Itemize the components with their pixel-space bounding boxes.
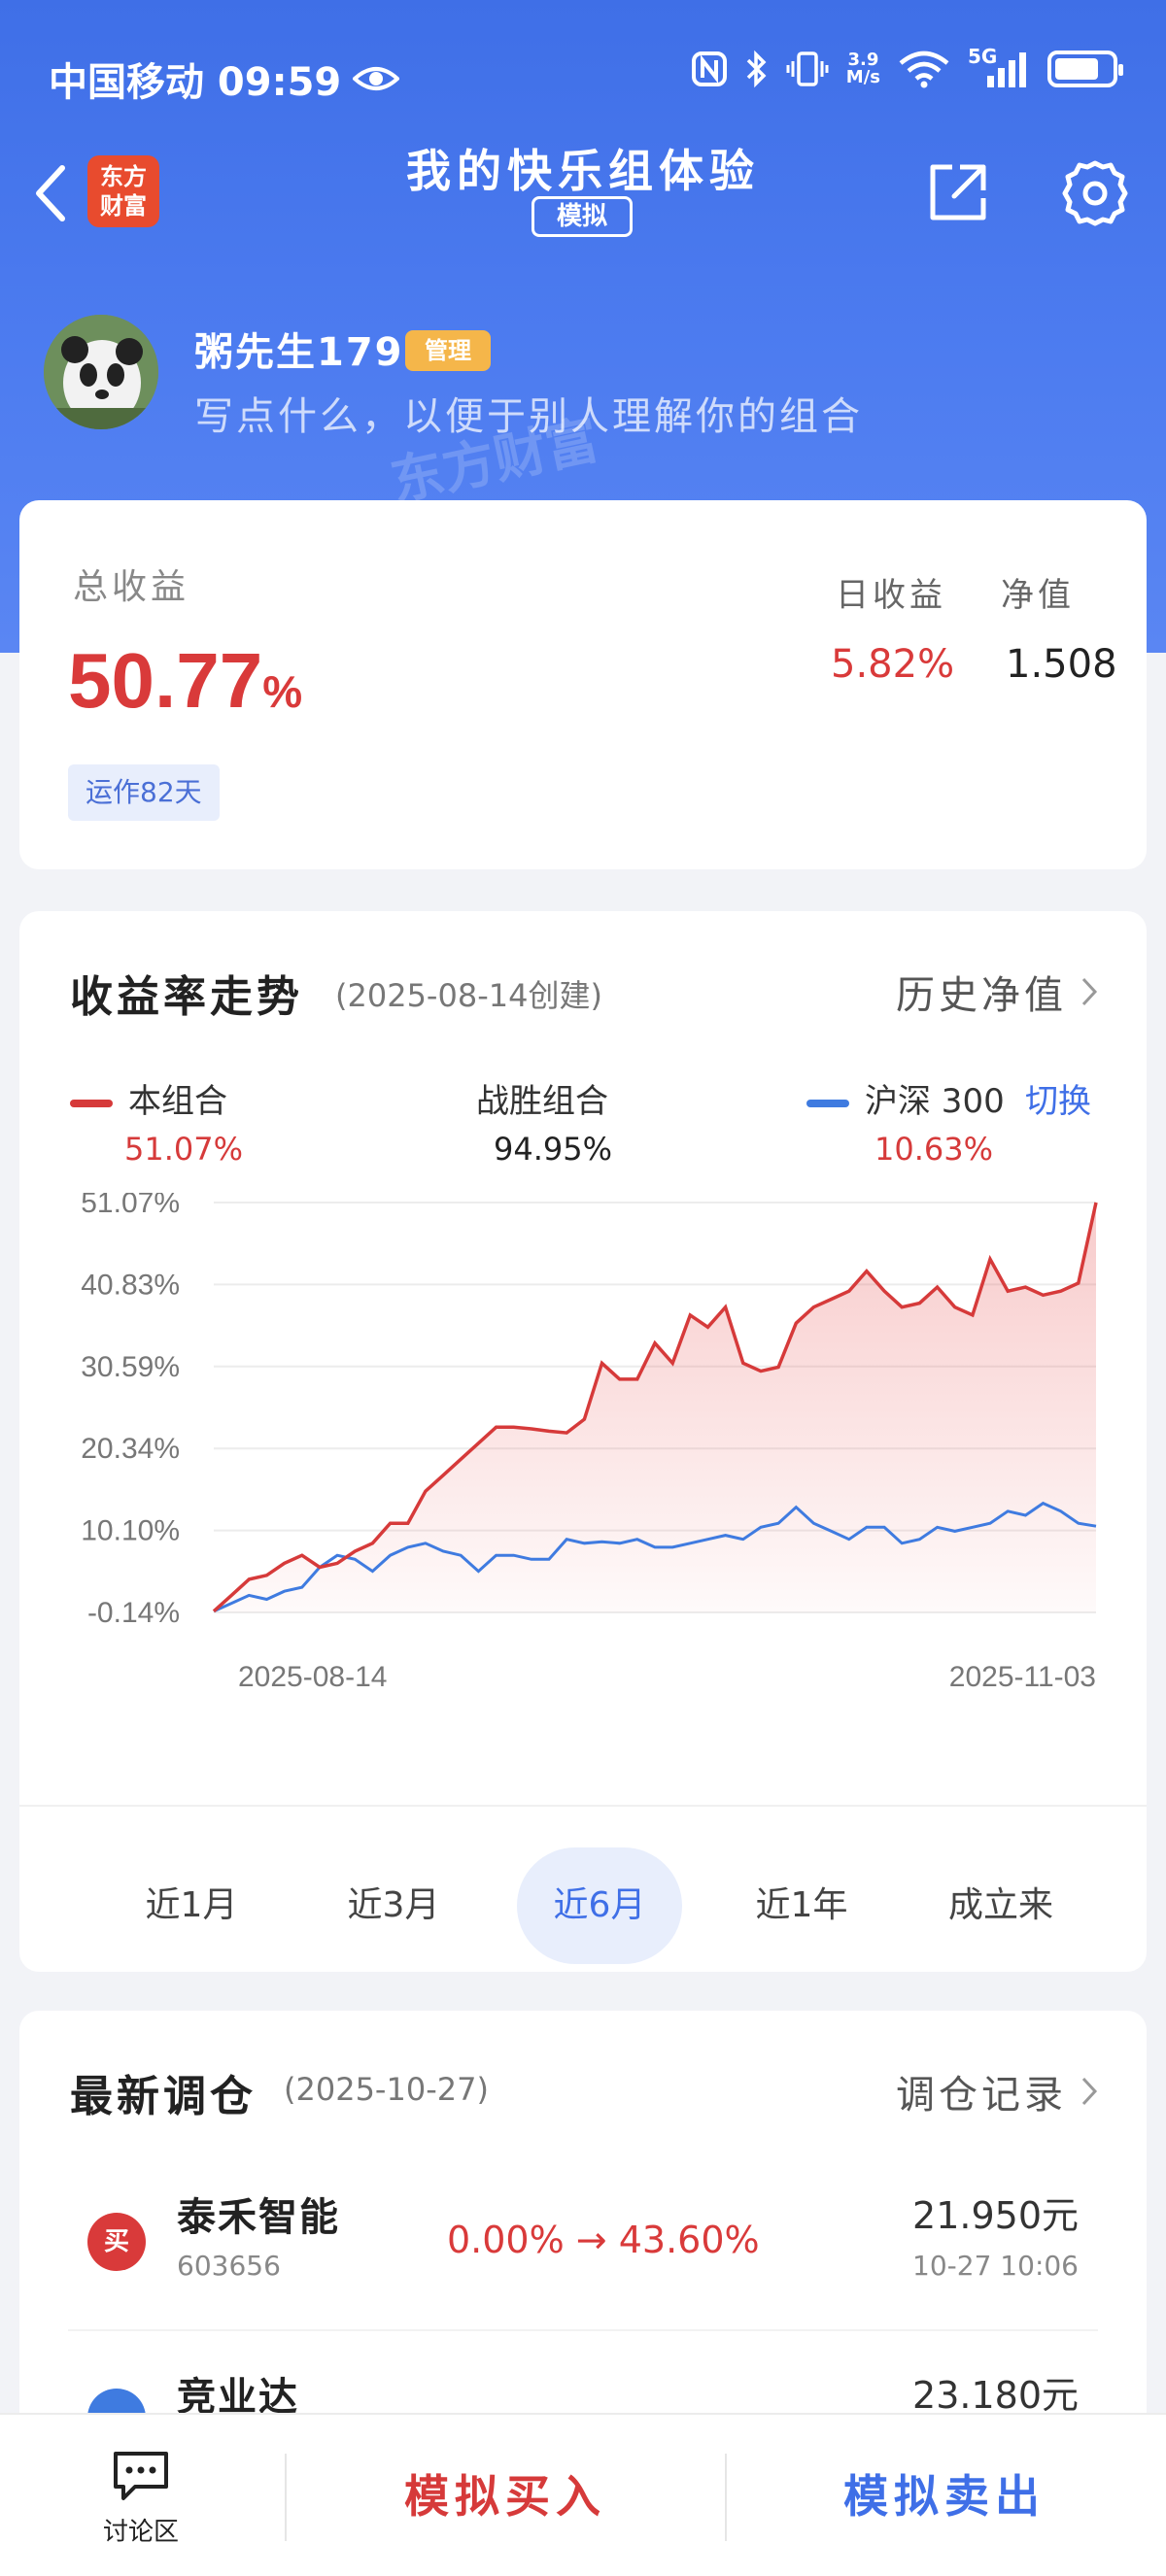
daily-return-value: 5.82%: [831, 642, 955, 687]
divider: [285, 2454, 287, 2541]
y-tick-label: 10.10%: [81, 1515, 180, 1547]
status-icons: 3.9 M/s 5G: [691, 45, 1123, 89]
profile-section: 粥先生179 管理 写点什么，以便于别人理解你的组合: [44, 309, 1132, 439]
total-return-value: 50.77%: [68, 636, 302, 726]
portfolio-area-fill: [214, 1203, 1096, 1612]
return-trend-card: 收益率走势 (2025-08-14创建) 历史净值 本组合 51.07% 战胜组…: [19, 911, 1147, 1972]
status-carrier-time: 中国移动 09:59: [49, 51, 400, 107]
period-tab[interactable]: 近1年: [719, 1847, 884, 1964]
net-value: 1.508: [1006, 642, 1117, 687]
trend-created-date: (2025-08-14创建): [335, 977, 602, 1014]
total-return-label: 总收益: [73, 567, 190, 607]
history-nav-link[interactable]: 历史净值: [896, 964, 1098, 1020]
y-tick-label: 40.83%: [81, 1269, 180, 1301]
y-tick-label: 30.59%: [81, 1351, 180, 1383]
stock-code: 603656: [177, 2250, 281, 2282]
chart-y-axis: 51.07% 40.83% 30.59% 20.34% 10.10% -0.14%: [81, 1193, 180, 1629]
legend-portfolio-name: 本组合: [128, 1082, 227, 1121]
period-tab[interactable]: 近1月: [109, 1847, 274, 1964]
share-button[interactable]: [923, 157, 993, 227]
period-tab[interactable]: 近3月: [311, 1847, 476, 1964]
y-tick-label: -0.14%: [87, 1597, 180, 1629]
discussion-button[interactable]: 讨论区: [87, 2450, 194, 2548]
summary-card: 总收益 50.77% 运作82天 日收益 净值 5.82% 1.508: [19, 500, 1147, 869]
portfolio-bio[interactable]: 写点什么，以便于别人理解你的组合: [194, 385, 863, 441]
period-tabs: 近1月 近3月 近6月 近1年 成立来: [19, 1805, 1147, 1964]
return-trend-chart[interactable]: 51.07% 40.83% 30.59% 20.34% 10.10% -0.14% 202…: [19, 1193, 1147, 1698]
legend-index-name: 沪深 300: [865, 1082, 1005, 1121]
eye-icon: [353, 67, 400, 90]
net-speed: 3.9 M/s: [846, 51, 880, 86]
legend-index: 沪深 300: [806, 1074, 1005, 1122]
total-return-unit: %: [262, 666, 303, 717]
legend-portfolio: 本组合: [70, 1074, 227, 1122]
trade-time: 10-27 10:06: [912, 2250, 1079, 2282]
nfc-icon: [691, 51, 727, 86]
y-tick-label: 51.07%: [81, 1193, 180, 1219]
rebalance-history-link[interactable]: 调仓记录: [896, 2063, 1098, 2119]
page: 东方财富 中国移动 09:59 3.9 M/s 5G 东方 财富 我的快乐组体验…: [0, 0, 1166, 2576]
rebalance-title: 最新调仓: [70, 2072, 257, 2121]
vibrate-icon: [786, 51, 829, 86]
legend-index-swatch: [806, 1099, 849, 1107]
net-value-label: 净值: [1001, 576, 1075, 615]
history-nav-label: 历史净值: [896, 973, 1067, 1018]
legend-portfolio-swatch: [70, 1099, 113, 1107]
rebalance-row[interactable]: 买 泰禾智能 603656 0.00% → 43.60% 21.950元 10-…: [68, 2166, 1098, 2331]
legend-beat-label: 战胜组合: [476, 1082, 608, 1121]
y-tick-label: 20.34%: [81, 1433, 180, 1465]
mock-sell-button[interactable]: 模拟卖出: [731, 2415, 1158, 2576]
period-tab[interactable]: 成立来: [918, 1847, 1083, 1964]
chevron-right-icon: [1081, 2077, 1098, 2106]
avatar[interactable]: [44, 315, 158, 429]
buy-action-badge: 买: [87, 2213, 146, 2271]
signal-bars-icon: [987, 52, 1026, 87]
x-end-label: 2025-11-03: [949, 1661, 1096, 1693]
battery-icon: [1047, 51, 1123, 87]
nav-bar: 东方 财富 我的快乐组体验 模拟: [0, 136, 1166, 253]
net-speed-unit: M/s: [845, 67, 880, 87]
trade-price: 23.180元: [912, 2374, 1079, 2417]
trend-title: 收益率走势: [70, 972, 303, 1022]
legend-index-value: 10.63%: [874, 1131, 994, 1168]
trade-price: 21.950元: [912, 2194, 1079, 2237]
legend-portfolio-value: 51.07%: [124, 1131, 244, 1168]
mode-badge: 模拟: [532, 196, 633, 237]
chevron-right-icon: [1081, 977, 1098, 1006]
run-days-badge: 运作82天: [68, 764, 220, 821]
rebalance-date: (2025-10-27): [284, 2071, 489, 2108]
period-tab[interactable]: 近6月: [517, 1847, 682, 1964]
wifi-icon: [899, 51, 949, 88]
daily-return-label: 日收益: [836, 576, 946, 615]
divider: [725, 2454, 727, 2541]
switch-benchmark-link[interactable]: 切换: [1025, 1074, 1091, 1122]
status-bar: 中国移动 09:59 3.9 M/s 5G: [0, 0, 1166, 146]
stock-name: 泰禾智能: [177, 2195, 340, 2240]
gear-icon: [1062, 160, 1128, 226]
chat-bubble-icon: [114, 2452, 168, 2500]
role-badge: 管理: [405, 330, 491, 371]
username[interactable]: 粥先生179: [194, 321, 404, 377]
settings-button[interactable]: [1059, 157, 1131, 229]
rebalance-history-label: 调仓记录: [896, 2073, 1067, 2118]
carrier-time-text: 中国移动 09:59: [49, 60, 342, 105]
mock-buy-button[interactable]: 模拟买入: [292, 2415, 719, 2576]
signal-5g: 5G: [968, 45, 1030, 89]
x-start-label: 2025-08-14: [238, 1661, 387, 1693]
legend-beat-value: 94.95%: [494, 1131, 613, 1168]
discussion-label: 讨论区: [102, 2518, 179, 2547]
total-return-number: 50.77: [68, 637, 263, 724]
position-change: 0.00% → 43.60%: [447, 2219, 760, 2261]
battery-fill: [1055, 58, 1098, 80]
bottom-action-bar: 讨论区 模拟买入 模拟卖出: [0, 2413, 1166, 2576]
bluetooth-icon: [746, 50, 767, 88]
share-icon: [930, 164, 986, 220]
chart-legend: 本组合 51.07% 战胜组合 94.95% 沪深 300 10.63% 切换: [19, 1074, 1147, 1168]
panda-avatar-image: [44, 315, 158, 429]
